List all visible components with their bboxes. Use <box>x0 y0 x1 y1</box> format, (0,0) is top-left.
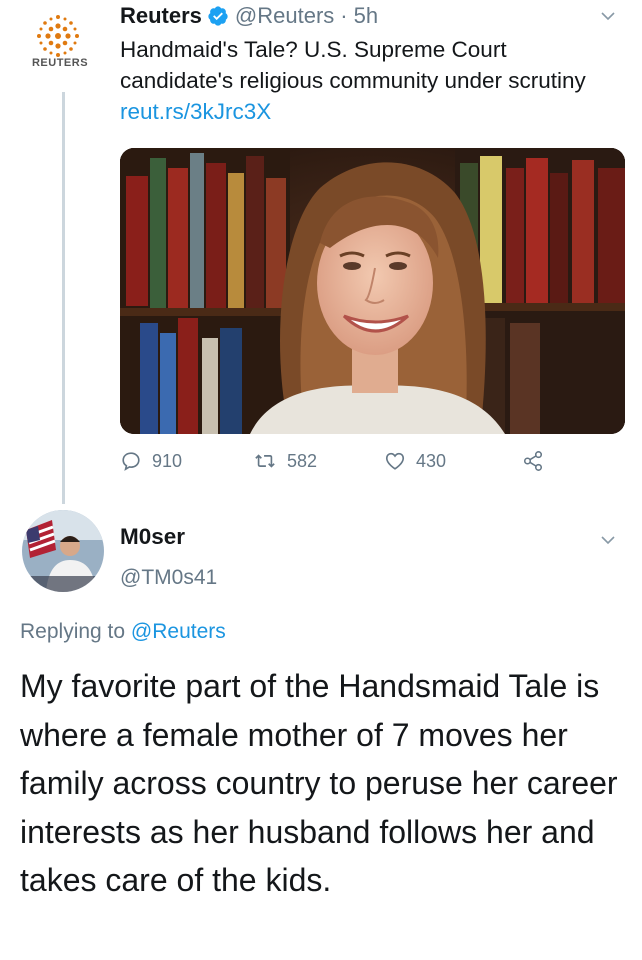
reply-author-name[interactable]: M0ser <box>120 524 185 550</box>
replying-to-prefix: Replying to <box>20 620 131 643</box>
tweet-timestamp[interactable]: 5h <box>354 2 378 30</box>
heart-icon <box>385 452 405 470</box>
reply-author-handle[interactable]: @TM0s41 <box>120 566 217 590</box>
tweet-header: Reuters @Reuters · 5h <box>120 2 378 30</box>
replying-to-mention[interactable]: @Reuters <box>131 620 226 643</box>
share-button[interactable] <box>521 450 545 472</box>
retweet-icon <box>255 454 275 468</box>
tweet-text: Handmaid's Tale? U.S. Supreme Court cand… <box>120 34 620 127</box>
replying-to-line: Replying to @Reuters <box>20 620 226 644</box>
thread-connector-line <box>62 92 65 504</box>
header-separator: · <box>340 3 348 28</box>
share-icon <box>523 451 543 471</box>
like-count: 430 <box>416 450 447 471</box>
retweet-button[interactable]: 582 <box>253 450 384 472</box>
like-button[interactable]: 430 <box>384 450 521 472</box>
portrait-photo-illustration <box>120 148 625 434</box>
author-handle[interactable]: @Reuters <box>235 2 334 30</box>
reuters-logo-wordmark: REUTERS <box>31 57 89 69</box>
reply-count: 910 <box>152 450 183 471</box>
chevron-down-icon[interactable] <box>598 530 618 550</box>
author-name[interactable]: Reuters <box>120 2 202 30</box>
reply-button[interactable]: 910 <box>120 450 253 472</box>
tweet-text-body: Handmaid's Tale? U.S. Supreme Court cand… <box>120 37 586 93</box>
tweet-actions-bar: 910 582 430 <box>120 450 590 472</box>
reply-text: My favorite part of the Handsmaid Tale i… <box>20 668 618 898</box>
chevron-down-icon[interactable] <box>598 6 618 26</box>
tweet-photo[interactable] <box>120 148 625 434</box>
verified-badge-icon <box>207 5 229 27</box>
tweet-link[interactable]: reut.rs/3kJrc3X <box>120 99 271 124</box>
reply-icon <box>122 452 140 471</box>
retweet-count: 582 <box>287 450 318 471</box>
avatar[interactable] <box>22 510 104 592</box>
